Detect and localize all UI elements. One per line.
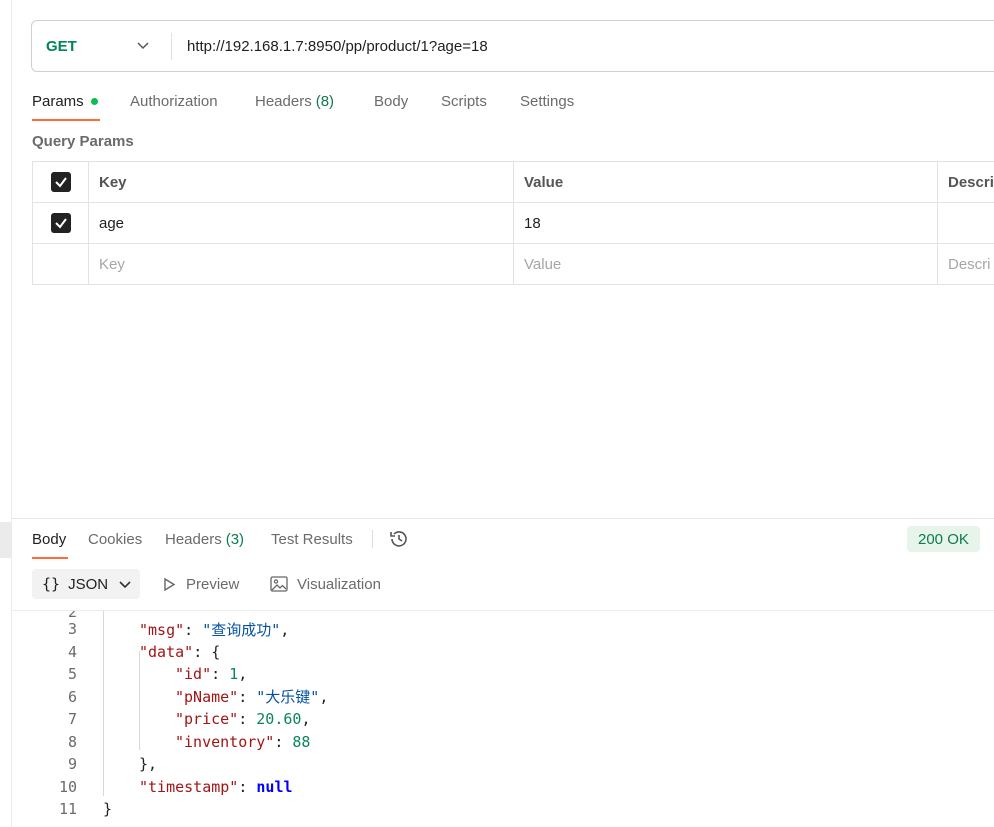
query-params-table: Key Value Descri age 18 Key Value Descri (32, 161, 994, 285)
code-line: 11} (12, 798, 994, 820)
resp-tab-cookies[interactable]: Cookies (88, 522, 142, 556)
column-header-description: Descri (938, 162, 994, 202)
tab-authorization[interactable]: Authorization (130, 84, 218, 118)
preview-label: Preview (186, 575, 240, 593)
status-badge[interactable]: 200 OK (907, 526, 980, 552)
left-rail (0, 0, 12, 827)
empty-check-cell (33, 244, 89, 284)
code-line: 6 "pName": "大乐键", (12, 686, 994, 708)
tab-settings-label: Settings (520, 92, 575, 110)
chevron-down-icon[interactable] (136, 38, 150, 52)
line-number: 4 (67, 642, 77, 661)
method-select[interactable]: GET (46, 21, 77, 71)
code-line: 10 "timestamp": null (12, 776, 994, 798)
code-text: "id": 1, (175, 665, 248, 683)
code-line: 9}, (12, 753, 994, 775)
play-icon (164, 577, 176, 591)
body-format-label: JSON (68, 575, 109, 593)
table-row: age 18 (32, 203, 994, 244)
table-header-row: Key Value Descri (32, 162, 994, 203)
tab-body-label: Body (374, 92, 409, 110)
tab-params-label: Params (32, 92, 84, 110)
param-key-field[interactable]: age (89, 203, 514, 243)
tabs-separator (372, 530, 373, 548)
resp-tab-test-results-label: Test Results (271, 530, 353, 548)
visualization-button[interactable]: Visualization (270, 569, 381, 599)
tab-headers-label: Headers (255, 92, 312, 110)
line-number: 11 (58, 800, 77, 818)
tab-headers-count: (8) (315, 92, 335, 110)
tab-authorization-label: Authorization (130, 92, 218, 110)
code-line: 7 "price": 20.60, (12, 708, 994, 730)
active-resp-tab-indicator (32, 557, 68, 559)
check-icon (54, 218, 67, 229)
code-line: 8 "inventory": 88 (12, 731, 994, 753)
image-icon (270, 576, 288, 592)
tab-headers[interactable]: Headers (8) (255, 84, 334, 118)
line-number: 10 (58, 777, 77, 796)
code-line: 3 "msg": "查询成功", (12, 618, 994, 640)
tab-scripts[interactable]: Scripts (441, 84, 487, 118)
table-row-empty: Key Value Descri (32, 244, 994, 285)
code-text: "timestamp": null (139, 777, 293, 796)
method-label: GET (46, 37, 77, 55)
url-input[interactable]: http://192.168.1.7:8950/pp/product/1?age… (187, 21, 488, 71)
row-check-cell (33, 203, 89, 243)
url-bar: GET http://192.168.1.7:8950/pp/product/1… (31, 20, 994, 72)
tab-body[interactable]: Body (374, 84, 408, 118)
select-all-cell (33, 162, 89, 202)
code-text: }, (139, 755, 158, 773)
code-text: "msg": "查询成功", (139, 620, 290, 639)
chevron-down-icon (119, 581, 131, 589)
history-icon[interactable] (388, 528, 410, 550)
rail-shade (0, 522, 12, 558)
resp-tab-headers[interactable]: Headers (3) (165, 522, 244, 556)
response-body-editor[interactable]: 2 3 "msg": "查询成功", 4 "data": {5 "id": 1, 6 "pN… (12, 611, 994, 827)
code-text: } (103, 800, 113, 818)
query-params-title: Query Params (32, 133, 134, 150)
check-icon (54, 177, 67, 188)
line-number: 5 (67, 665, 77, 683)
resp-tab-body[interactable]: Body (32, 522, 66, 556)
tab-scripts-label: Scripts (441, 92, 487, 110)
active-tab-indicator (32, 119, 100, 121)
resp-tab-cookies-label: Cookies (88, 530, 143, 548)
new-key-field[interactable]: Key (89, 244, 514, 284)
column-header-key: Key (89, 162, 514, 202)
code-text: "pName": "大乐键", (175, 688, 329, 706)
resp-tab-body-label: Body (32, 530, 67, 548)
line-number: 8 (67, 732, 77, 751)
new-description-field[interactable]: Descri (938, 244, 994, 284)
resp-tab-headers-label: Headers (165, 530, 222, 548)
column-header-value: Value (514, 162, 938, 202)
preview-button[interactable]: Preview (162, 569, 239, 599)
line-number: 9 (67, 755, 77, 773)
new-value-field[interactable]: Value (514, 244, 938, 284)
resp-tab-headers-count: (3) (225, 530, 245, 548)
code-text: "price": 20.60, (175, 710, 311, 728)
code-line: 5 "id": 1, (12, 663, 994, 685)
body-format-select[interactable]: {} JSON (32, 569, 140, 599)
tab-settings[interactable]: Settings (520, 84, 574, 118)
line-number: 3 (67, 620, 77, 638)
tab-params[interactable]: Params (32, 84, 98, 118)
line-number: 7 (67, 710, 77, 728)
row-checkbox[interactable] (50, 213, 71, 233)
response-divider[interactable] (12, 518, 994, 519)
url-divider (171, 33, 172, 60)
params-active-dot (90, 97, 98, 105)
visualization-label: Visualization (297, 575, 381, 593)
braces-icon: {} (42, 575, 61, 593)
code-text: "inventory": 88 (175, 732, 311, 751)
param-value-field[interactable]: 18 (514, 203, 938, 243)
line-number: 6 (67, 687, 77, 706)
select-all-checkbox[interactable] (50, 172, 71, 192)
code-line: 4 "data": { (12, 641, 994, 663)
code-text: "data": { (139, 642, 221, 661)
resp-tab-test-results[interactable]: Test Results (271, 522, 353, 556)
param-description-field[interactable] (938, 203, 994, 243)
